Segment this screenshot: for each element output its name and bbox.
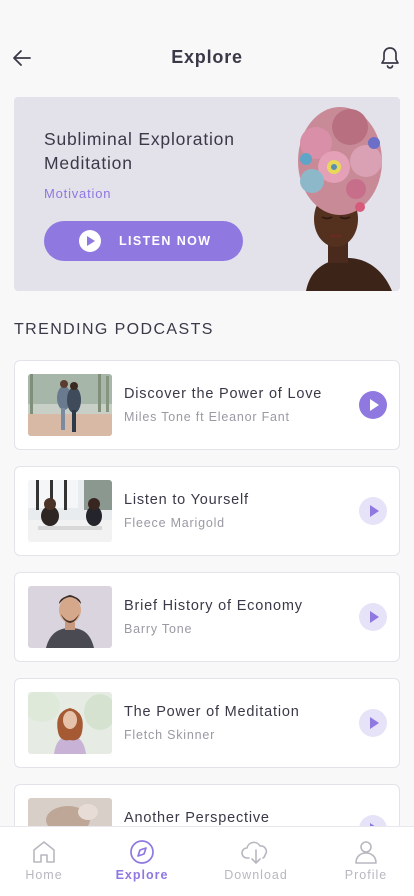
explore-icon (130, 840, 154, 864)
podcast-card[interactable]: Listen to Yourself Fleece Marigold (14, 466, 400, 556)
header: Explore (0, 0, 414, 96)
tab-home[interactable]: Home (0, 827, 96, 896)
home-icon (33, 841, 55, 863)
podcast-card[interactable]: Discover the Power of Love Miles Tone ft… (14, 360, 400, 450)
podcast-author: Miles Tone ft Eleanor Fant (124, 410, 290, 424)
podcast-author: Fleece Marigold (124, 516, 225, 530)
tab-explore[interactable]: Explore (90, 827, 194, 896)
podcast-author: Barry Tone (124, 622, 193, 636)
podcast-title: Brief History of Economy (124, 598, 303, 614)
podcast-title: Discover the Power of Love (124, 386, 323, 402)
podcast-thumbnail (28, 692, 112, 754)
podcast-thumbnail (28, 374, 112, 436)
tab-profile[interactable]: Profile (314, 827, 414, 896)
featured-title: Subliminal Exploration Meditation (44, 129, 235, 173)
featured-banner[interactable]: Subliminal Exploration Meditation Motiva… (14, 97, 400, 291)
listen-now-label: LISTEN NOW (119, 234, 212, 248)
tab-download[interactable]: Download (204, 827, 308, 896)
tab-profile-label: Profile (344, 868, 388, 882)
bottom-tab-bar: Home Explore Download Profile (0, 826, 414, 896)
tab-home-label: Home (25, 868, 63, 882)
play-button[interactable] (359, 603, 387, 631)
profile-icon (355, 841, 377, 864)
play-icon (79, 230, 101, 252)
bell-icon[interactable] (378, 45, 402, 71)
podcast-card[interactable]: The Power of Meditation Fletch Skinner (14, 678, 400, 768)
page-title: Explore (171, 47, 243, 67)
play-button[interactable] (359, 709, 387, 737)
podcast-thumbnail (28, 480, 112, 542)
play-button[interactable] (359, 391, 387, 419)
podcast-card[interactable]: Brief History of Economy Barry Tone (14, 572, 400, 662)
podcast-title: The Power of Meditation (124, 704, 300, 720)
download-icon (241, 841, 268, 864)
podcast-title: Another Perspective (124, 810, 270, 826)
tab-download-label: Download (224, 868, 288, 882)
section-title: TRENDING PODCASTS (14, 321, 214, 338)
listen-now-button[interactable]: LISTEN NOW (44, 221, 243, 261)
podcast-author: Fletch Skinner (124, 728, 216, 742)
play-button[interactable] (359, 497, 387, 525)
featured-illustration (298, 107, 392, 291)
podcast-title: Listen to Yourself (124, 492, 249, 508)
featured-category: Motivation (44, 186, 112, 201)
podcast-thumbnail (28, 586, 112, 648)
tab-explore-label: Explore (115, 868, 169, 882)
